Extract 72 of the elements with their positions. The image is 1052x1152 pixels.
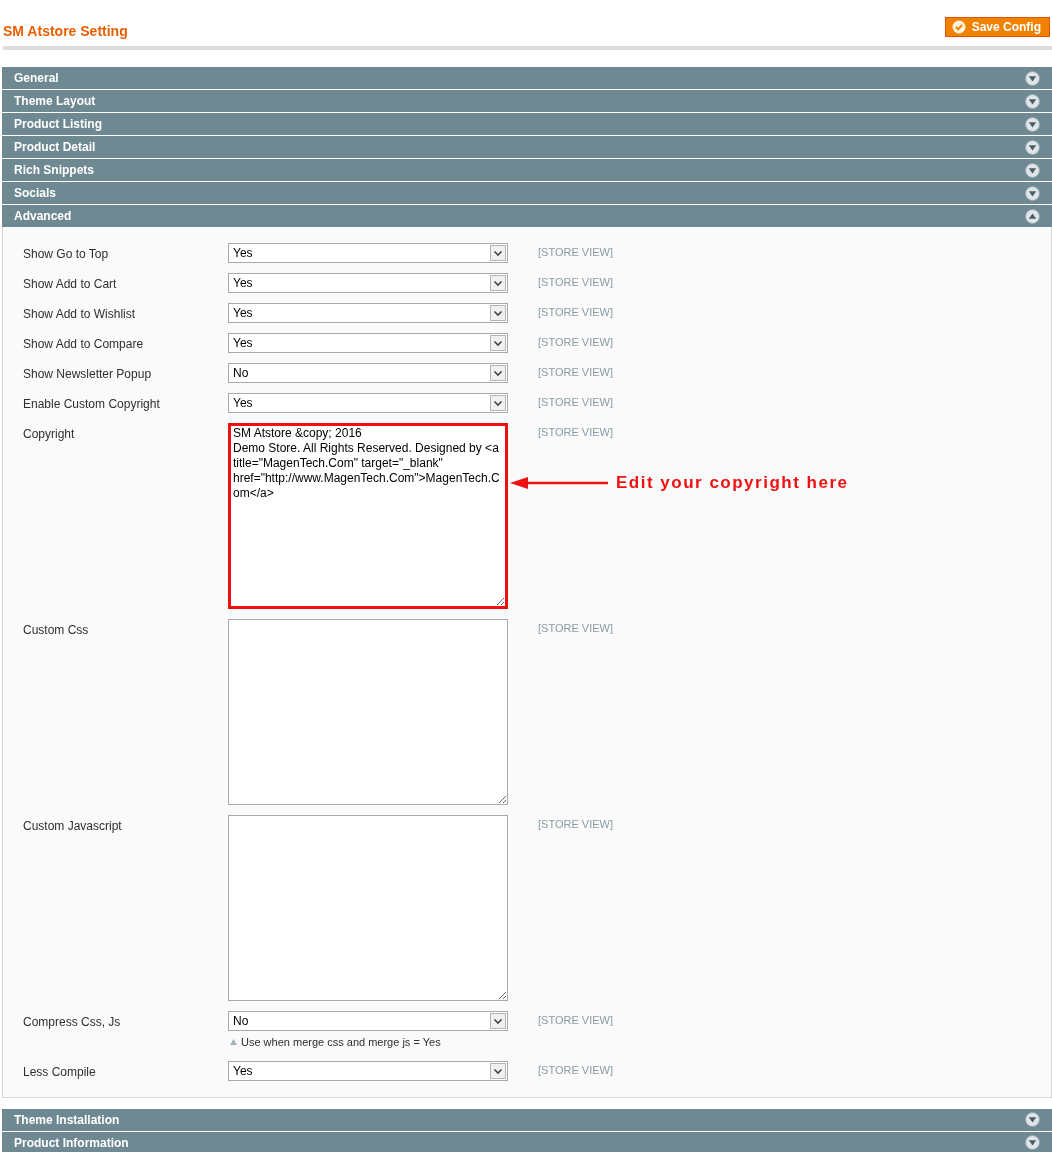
select-field[interactable]: No <box>228 363 508 383</box>
section-title: Socials <box>14 185 57 202</box>
scope-label: [STORE VIEW] <box>538 1062 613 1078</box>
field-label: Show Add to Wishlist <box>23 306 137 323</box>
caret-icon <box>490 275 506 291</box>
section-title: Product Information <box>14 1134 129 1152</box>
scope-label: [STORE VIEW] <box>538 621 613 636</box>
text-area[interactable]: SM Atstore &copy; 2016 Demo Store. All Rights Reserved. Designed by <a title="MagenTech.Com" target="_blank" href="http://www.MagenTech.Com">MagenTech.Com</a> <box>228 423 508 609</box>
caret-icon <box>490 395 506 411</box>
section-header[interactable]: Rich Snippets <box>2 159 1052 181</box>
save-config-button[interactable]: Save Config <box>944 17 1050 37</box>
annotation-text: Edit your copyright here <box>616 472 849 494</box>
scope-label: [STORE VIEW] <box>538 275 613 290</box>
field-label: Show Add to Compare <box>23 336 145 353</box>
section-title: Theme Layout <box>14 93 96 110</box>
scope-label: [STORE VIEW] <box>538 425 613 440</box>
expand-icon[interactable] <box>1025 162 1040 178</box>
scope-label: [STORE VIEW] <box>538 245 613 260</box>
section-title: Theme Installation <box>14 1111 120 1129</box>
caret-icon <box>490 245 506 261</box>
section-title: Advanced <box>14 208 72 225</box>
scope-label: [STORE VIEW] <box>538 335 613 350</box>
section-title: Rich Snippets <box>14 162 94 179</box>
expand-icon[interactable] <box>1025 1135 1040 1150</box>
select-field[interactable]: No <box>228 1011 508 1031</box>
select-field[interactable]: Yes <box>228 303 508 323</box>
select-field[interactable]: Yes <box>228 1060 508 1081</box>
field-label: Custom Javascript <box>23 818 123 835</box>
section-header[interactable]: Product Detail <box>2 136 1052 158</box>
caret-icon <box>490 335 506 351</box>
field-label: Show Add to Cart <box>23 276 118 293</box>
caret-icon <box>490 1062 506 1079</box>
page-title: SM Atstore Setting <box>3 22 128 41</box>
select-field[interactable]: Yes <box>228 393 508 413</box>
section-header[interactable]: General <box>2 67 1052 89</box>
field-label: Enable Custom Copyright <box>23 396 161 413</box>
expand-icon[interactable] <box>1025 93 1040 109</box>
expand-icon[interactable] <box>1025 116 1040 132</box>
section-header[interactable]: Theme Installation <box>2 1108 1052 1131</box>
caret-icon <box>490 365 506 381</box>
section-header[interactable]: Advanced <box>2 205 1052 227</box>
section-title: Product Detail <box>14 139 96 156</box>
field-label: Less Compile <box>23 1063 97 1081</box>
expand-icon[interactable] <box>1025 139 1040 155</box>
caret-icon <box>490 1013 506 1029</box>
section-header[interactable]: Socials <box>2 182 1052 204</box>
section-header[interactable]: Theme Layout <box>2 90 1052 112</box>
scope-label: [STORE VIEW] <box>538 817 613 832</box>
expand-icon[interactable] <box>1025 70 1040 86</box>
caret-icon <box>490 305 506 321</box>
scope-label: [STORE VIEW] <box>538 395 613 410</box>
select-field[interactable]: Yes <box>228 243 508 263</box>
scope-label: [STORE VIEW] <box>538 1013 613 1028</box>
triangle-icon <box>230 1039 237 1046</box>
expand-icon[interactable] <box>1025 185 1040 201</box>
check-icon <box>951 20 966 34</box>
field-label: Show Go to Top <box>23 246 110 263</box>
select-field[interactable]: Yes <box>228 273 508 293</box>
section-header[interactable]: Product Information <box>2 1131 1052 1152</box>
scope-label: [STORE VIEW] <box>538 365 613 380</box>
field-label: Show Newsletter Popup <box>23 366 153 383</box>
field-note: Use when merge css and merge js = Yes <box>241 1035 441 1050</box>
field-label: Custom Css <box>23 622 90 639</box>
field-label: Compress Css, Js <box>23 1014 122 1031</box>
scope-label: [STORE VIEW] <box>538 305 613 320</box>
expand-icon[interactable] <box>1025 1112 1040 1127</box>
field-label: Copyright <box>23 426 76 443</box>
section-title: General <box>14 70 59 87</box>
section-header[interactable]: Product Listing <box>2 113 1052 135</box>
select-field[interactable]: Yes <box>228 333 508 353</box>
section-title: Product Listing <box>14 116 102 133</box>
collapse-icon[interactable] <box>1025 208 1040 224</box>
